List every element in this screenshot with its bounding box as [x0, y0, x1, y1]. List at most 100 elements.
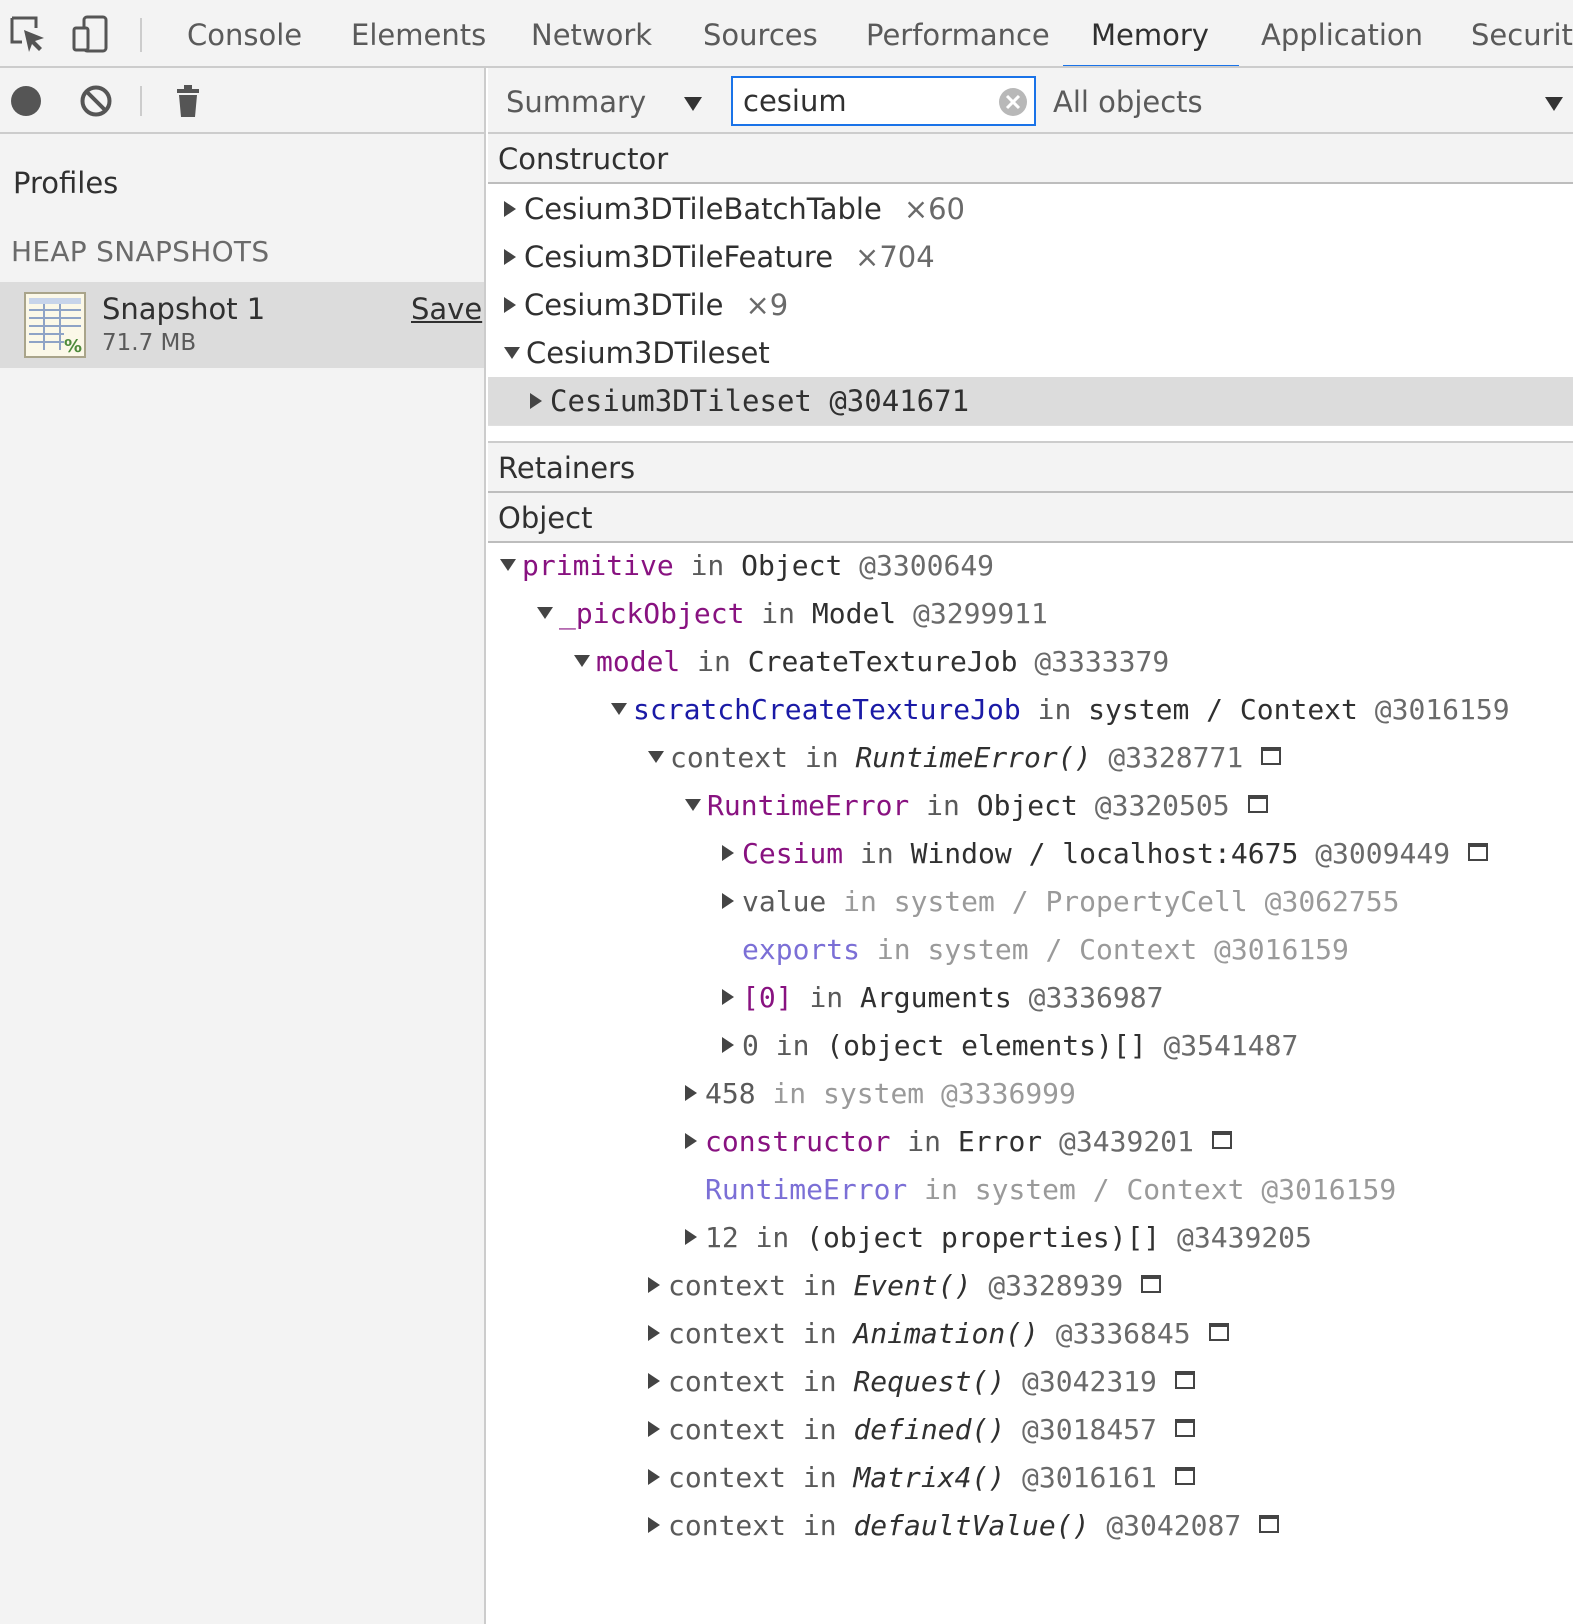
retainer-row[interactable]: RuntimeError in system / Context @301615…: [685, 1166, 1396, 1214]
clear-filter-icon[interactable]: [997, 86, 1029, 118]
retainer-row[interactable]: primitive in Object @3300649: [500, 542, 994, 590]
expanded-arrow-icon[interactable]: [504, 347, 520, 359]
clear-all-icon[interactable]: [78, 83, 114, 119]
collapsed-arrow-icon[interactable]: [504, 249, 516, 265]
tab-security[interactable]: Security: [1471, 0, 1573, 66]
window-icon: [1174, 1371, 1195, 1389]
objects-select[interactable]: All objects: [1053, 80, 1568, 124]
collapsed-arrow-icon[interactable]: [685, 1085, 697, 1101]
retainer-in: in: [860, 837, 894, 870]
collapsed-arrow-icon[interactable]: [530, 393, 542, 409]
toolbar-divider: [140, 86, 142, 116]
collapsed-arrow-icon[interactable]: [504, 297, 516, 313]
retainer-row[interactable]: value in system / PropertyCell @3062755: [722, 878, 1399, 926]
retainer-in: in: [802, 1365, 837, 1398]
window-icon: [1141, 1275, 1162, 1293]
collapsed-arrow-icon[interactable]: [685, 1229, 697, 1245]
retainer-row[interactable]: exports in system / Context @3016159: [722, 926, 1349, 974]
device-toolbar-icon[interactable]: [70, 14, 110, 54]
save-snapshot-link[interactable]: Save: [411, 292, 482, 326]
chevron-down-icon: [684, 97, 702, 111]
collapsed-arrow-icon[interactable]: [648, 1517, 660, 1533]
retainer-in: in: [802, 1461, 837, 1494]
object-id: @3336987: [1028, 981, 1164, 1014]
retainer-row[interactable]: _pickObject in Model @3299911: [537, 590, 1048, 638]
object-id: @3320505: [1094, 789, 1230, 822]
retainer-row[interactable]: context in defaultValue() @3042087: [648, 1502, 1280, 1550]
trash-icon[interactable]: [170, 83, 206, 119]
retainer-object: Model: [811, 597, 897, 630]
retainer-in: in: [775, 1029, 810, 1062]
retainer-row[interactable]: model in CreateTextureJob @3333379: [574, 638, 1169, 686]
tab-elements[interactable]: Elements: [351, 0, 486, 66]
class-filter-input[interactable]: [743, 82, 983, 120]
tab-network[interactable]: Network: [531, 0, 652, 66]
retainer-row[interactable]: context in Event() @3328939: [648, 1262, 1162, 1310]
retainer-object: Event(): [853, 1269, 972, 1302]
tab-console[interactable]: Console: [187, 0, 302, 66]
retainer-row[interactable]: RuntimeError in Object @3320505: [685, 782, 1268, 830]
collapsed-arrow-icon[interactable]: [648, 1277, 660, 1293]
collapsed-arrow-icon[interactable]: [722, 845, 734, 861]
retainer-row[interactable]: context in Animation() @3336845: [648, 1310, 1229, 1358]
retainer-row[interactable]: 12 in (object properties)[] @3439205: [685, 1214, 1312, 1262]
heap-snapshots-header: HEAP SNAPSHOTS: [11, 235, 270, 268]
constructor-row[interactable]: Cesium3DTileFeature ×704: [488, 233, 1573, 281]
constructor-row[interactable]: Cesium3DTileset: [488, 329, 1573, 377]
expanded-arrow-icon[interactable]: [537, 607, 553, 619]
tab-sources[interactable]: Sources: [703, 0, 818, 66]
retainer-key: primitive: [522, 549, 674, 582]
expanded-arrow-icon[interactable]: [611, 703, 627, 715]
profiles-sidebar: Profiles HEAP SNAPSHOTS % Snapshot 1 71.…: [0, 68, 486, 1624]
constructor-row[interactable]: Cesium3DTileBatchTable ×60: [488, 185, 1573, 233]
class-filter[interactable]: [731, 76, 1036, 126]
tab-performance[interactable]: Performance: [866, 0, 1050, 66]
retainer-row[interactable]: context in defined() @3018457: [648, 1406, 1195, 1454]
retainer-row[interactable]: 0 in (object elements)[] @3541487: [722, 1022, 1298, 1070]
retainer-object: system / PropertyCell: [893, 885, 1248, 918]
constructor-row[interactable]: Cesium3DTileset @3041671: [488, 377, 1573, 425]
collapsed-arrow-icon[interactable]: [648, 1325, 660, 1341]
retainer-row[interactable]: 458 in system @3336999: [685, 1070, 1076, 1118]
object-id: @3299911: [913, 597, 1048, 630]
instance-count: ×9: [745, 288, 789, 322]
constructor-column-header[interactable]: Constructor: [488, 134, 1573, 184]
object-id: @3541487: [1163, 1029, 1299, 1062]
svg-text:%: %: [64, 336, 82, 357]
retainers-header: Retainers: [488, 441, 1573, 493]
retainer-row[interactable]: constructor in Error @3439201: [685, 1118, 1232, 1166]
collapsed-arrow-icon[interactable]: [685, 1133, 697, 1149]
record-icon[interactable]: [8, 83, 44, 119]
window-icon: [1247, 795, 1268, 813]
expanded-arrow-icon[interactable]: [574, 655, 590, 667]
retainer-in: in: [926, 789, 960, 822]
expanded-arrow-icon[interactable]: [648, 751, 664, 763]
collapsed-arrow-icon[interactable]: [722, 989, 734, 1005]
collapsed-arrow-icon[interactable]: [722, 893, 734, 909]
retainer-row[interactable]: context in Request() @3042319: [648, 1358, 1195, 1406]
retainer-in: in: [772, 1077, 807, 1110]
retainer-row[interactable]: Cesium in Window / localhost:4675 @30094…: [722, 830, 1489, 878]
retainer-row[interactable]: [0] in Arguments @3336987: [722, 974, 1163, 1022]
retainer-key: constructor: [705, 1125, 891, 1158]
expanded-arrow-icon[interactable]: [500, 559, 516, 571]
retainer-object: defined(): [853, 1413, 1006, 1446]
object-column-header[interactable]: Object: [488, 493, 1573, 543]
collapsed-arrow-icon[interactable]: [648, 1421, 660, 1437]
inspect-element-icon[interactable]: [8, 14, 48, 54]
constructor-row[interactable]: Cesium3DTile ×9: [488, 281, 1573, 329]
expanded-arrow-icon[interactable]: [685, 799, 701, 811]
retainer-row[interactable]: context in Matrix4() @3016161: [648, 1454, 1195, 1502]
view-select[interactable]: Summary: [506, 80, 708, 124]
retainer-row[interactable]: context in RuntimeError() @3328771: [648, 734, 1282, 782]
retainer-row[interactable]: scratchCreateTextureJob in system / Cont…: [611, 686, 1510, 734]
collapsed-arrow-icon[interactable]: [722, 1037, 734, 1053]
tab-application[interactable]: Application: [1261, 0, 1423, 66]
collapsed-arrow-icon[interactable]: [648, 1373, 660, 1389]
retainer-object: Error: [957, 1125, 1043, 1158]
snapshot-item[interactable]: % Snapshot 1 71.7 MB Save: [0, 282, 484, 368]
retainer-object: (object properties)[]: [806, 1221, 1161, 1254]
collapsed-arrow-icon[interactable]: [504, 201, 516, 217]
tab-memory[interactable]: Memory: [1063, 0, 1239, 66]
collapsed-arrow-icon[interactable]: [648, 1469, 660, 1485]
